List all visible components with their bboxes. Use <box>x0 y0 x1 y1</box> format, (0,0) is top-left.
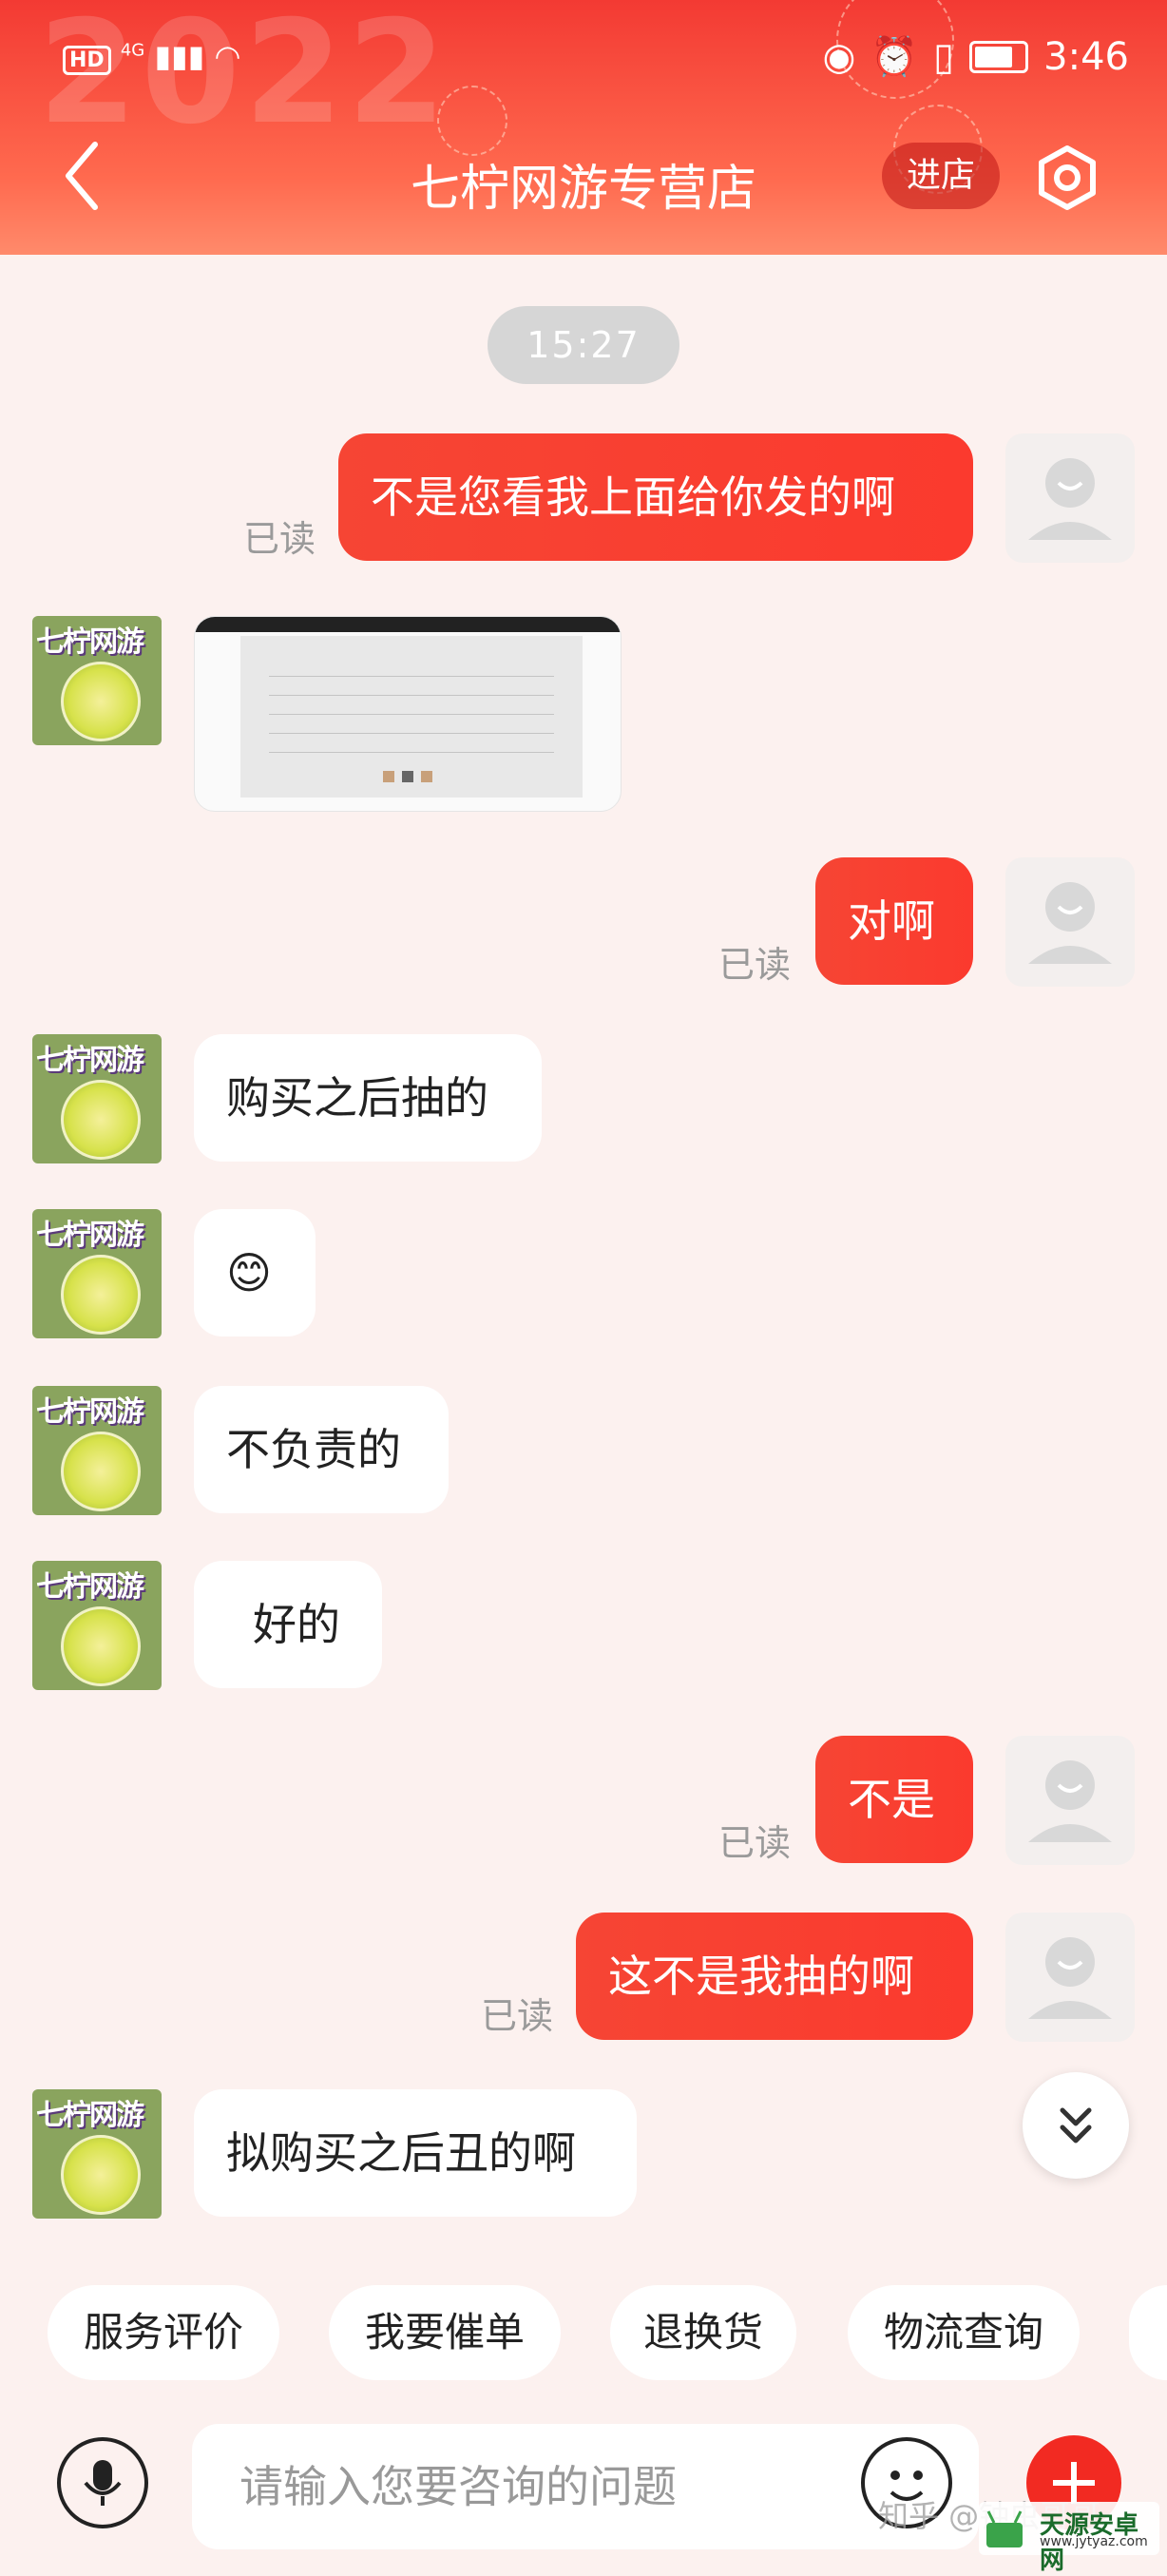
clock: 3:46 <box>1043 34 1129 79</box>
my-message-bubble[interactable]: 不是 <box>815 1736 973 1863</box>
screenshot-statusbar <box>195 617 621 632</box>
user-avatar[interactable] <box>1005 1736 1135 1865</box>
screenshot-row <box>269 740 554 753</box>
quick-action-service-review[interactable]: 服务评价 <box>48 2285 279 2380</box>
screenshot-thumbnail <box>240 636 583 798</box>
quick-action-logistics[interactable]: 物流查询 <box>848 2285 1080 2380</box>
microphone-icon <box>84 2460 122 2506</box>
scroll-to-bottom-button[interactable] <box>1023 2072 1129 2179</box>
lime-image <box>61 1080 141 1160</box>
enter-store-button[interactable]: 进店 <box>882 143 1000 209</box>
shop-avatar-text: 七柠网游 <box>36 1570 144 1604</box>
shop-message-bubble[interactable]: 不负责的 <box>194 1386 449 1513</box>
shop-avatar-text: 七柠网游 <box>36 2099 144 2132</box>
shop-avatar-text: 七柠网游 <box>36 625 144 659</box>
shop-message-bubble[interactable]: 拟购买之后丑的啊 <box>194 2089 637 2217</box>
chat-timestamp: 15:27 <box>488 306 679 384</box>
my-message-bubble[interactable]: 不是您看我上面给你发的啊 <box>338 433 973 561</box>
hd-icon: HD <box>63 46 111 75</box>
read-receipt: 已读 <box>481 1995 554 2037</box>
shop-avatar[interactable]: 七柠网游 <box>32 1561 162 1690</box>
site-watermark: 天源安卓网 www.jytyaz.com <box>979 2502 1159 2575</box>
vibrate-icon: ▯ <box>933 34 955 79</box>
shop-avatar[interactable]: 七柠网游 <box>32 2089 162 2219</box>
screenshot-row <box>269 721 554 734</box>
double-chevron-down-icon <box>1060 2107 1092 2143</box>
screenshot-row <box>269 664 554 677</box>
lime-image <box>61 662 141 741</box>
shop-emoji-bubble[interactable]: 😊 <box>194 1209 316 1336</box>
screenshot-row <box>269 683 554 696</box>
image-message[interactable] <box>194 616 622 812</box>
thumb-dot <box>402 771 413 782</box>
shop-avatar[interactable]: 七柠网游 <box>32 616 162 745</box>
lime-image <box>61 1432 141 1511</box>
signal-icon: ▮▮▮ <box>154 38 205 74</box>
lime-image <box>61 2135 141 2215</box>
nav-bar: 七柠网游专营店 进店 <box>0 124 1167 238</box>
quick-action-urge-order[interactable]: 我要催单 <box>329 2285 561 2380</box>
battery-level <box>975 46 1013 67</box>
shop-avatar-text: 七柠网游 <box>36 1219 144 1252</box>
shop-message-bubble[interactable]: 购买之后抽的 <box>194 1034 542 1162</box>
read-receipt: 已读 <box>718 944 792 986</box>
my-message-bubble[interactable]: 这不是我抽的啊 <box>576 1913 973 2040</box>
voice-button[interactable] <box>57 2437 148 2528</box>
shop-avatar[interactable]: 七柠网游 <box>32 1209 162 1338</box>
status-bar: HD 4G ▮▮▮ ◠ ◉ ⏰ ▯ 3:46 <box>0 0 1167 114</box>
site-url: www.jytyaz.com <box>1040 2534 1148 2549</box>
alarm-icon: ⏰ <box>870 35 919 79</box>
status-right: ◉ ⏰ ▯ 3:46 <box>822 34 1129 80</box>
network-type: 4G <box>120 40 145 61</box>
shop-avatar-text: 七柠网游 <box>36 1044 144 1077</box>
lime-image <box>61 1255 141 1335</box>
input-placeholder: 请输入您要咨询的问题 <box>239 2461 677 2512</box>
shop-message-bubble[interactable]: 好的 <box>194 1561 382 1688</box>
thumb-dot <box>421 771 432 782</box>
read-receipt: 已读 <box>718 1822 792 1864</box>
site-logo-icon <box>986 2510 1023 2547</box>
user-avatar[interactable] <box>1005 433 1135 563</box>
lime-image <box>61 1606 141 1686</box>
read-receipt: 已读 <box>243 518 316 560</box>
user-avatar[interactable] <box>1005 1913 1135 2042</box>
battery-icon <box>969 40 1029 73</box>
shop-avatar[interactable]: 七柠网游 <box>32 1034 162 1163</box>
status-left: HD 4G ▮▮▮ ◠ <box>63 38 241 75</box>
settings-icon[interactable] <box>1034 144 1100 211</box>
user-avatar[interactable] <box>1005 857 1135 987</box>
wifi-icon: ◠ <box>214 38 241 74</box>
screenshot-row <box>269 702 554 715</box>
thumb-dot <box>383 771 394 782</box>
my-message-bubble[interactable]: 对啊 <box>815 857 973 985</box>
eye-icon: ◉ <box>822 34 856 79</box>
quick-action-more[interactable] <box>1129 2285 1167 2380</box>
shop-avatar-text: 七柠网游 <box>36 1395 144 1429</box>
header: 2022 HD 4G ▮▮▮ ◠ ◉ ⏰ ▯ 3:46 七柠网游专营店 进店 <box>0 0 1167 255</box>
quick-action-return-exchange[interactable]: 退换货 <box>610 2285 796 2380</box>
shop-avatar[interactable]: 七柠网游 <box>32 1386 162 1515</box>
